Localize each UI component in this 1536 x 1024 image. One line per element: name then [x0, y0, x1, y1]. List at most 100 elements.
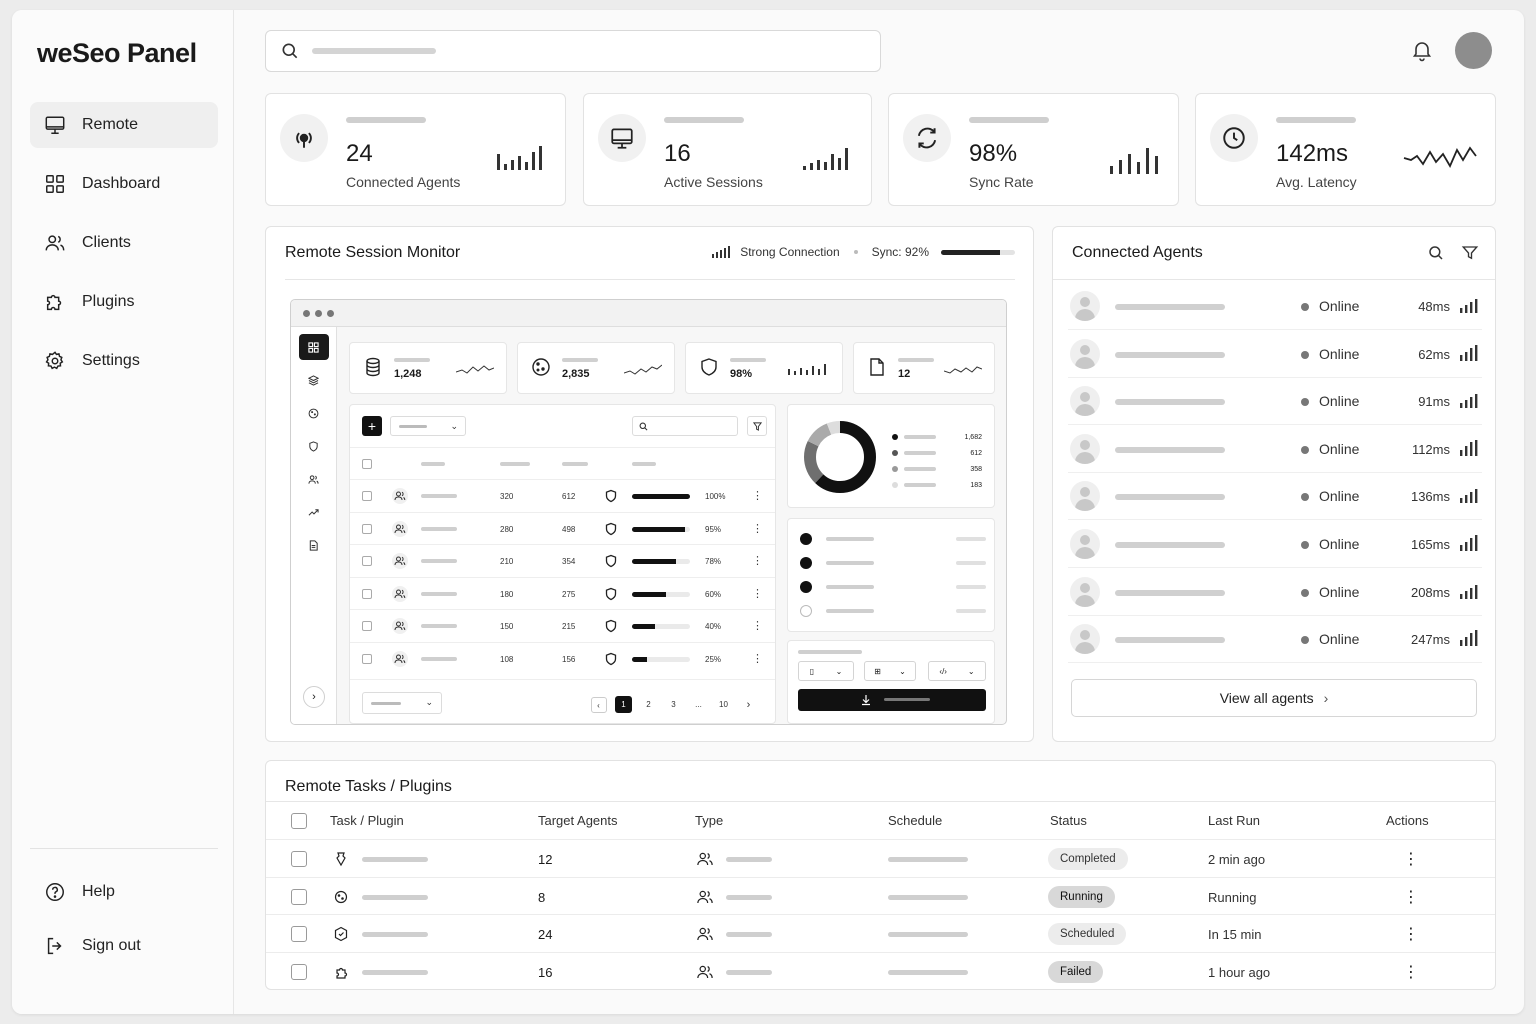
preview-nav-trend[interactable]	[299, 499, 329, 525]
preview-nav-shield[interactable]	[299, 433, 329, 459]
select-all-checkbox[interactable]	[362, 459, 372, 469]
users-icon	[308, 474, 319, 484]
more-options-icon[interactable]: ⋮	[752, 522, 763, 535]
page-link[interactable]: 10	[711, 700, 736, 709]
prev-page-button[interactable]: ‹	[586, 696, 611, 713]
export-table-select[interactable]: ⊞ ⌄	[864, 661, 916, 681]
more-options-icon[interactable]: ⋮	[752, 619, 763, 632]
row-checkbox[interactable]	[362, 588, 372, 599]
row-checkbox[interactable]	[362, 523, 372, 534]
sidebar-item-dashboard[interactable]: Dashboard	[30, 161, 218, 207]
search-input[interactable]	[265, 30, 881, 72]
preview-nav-cookie[interactable]	[299, 400, 329, 426]
column-header-schedule[interactable]: Schedule	[888, 813, 942, 828]
row-checkbox[interactable]	[362, 556, 372, 566]
row-checkbox[interactable]	[291, 964, 307, 981]
checklist-item[interactable]	[800, 533, 986, 545]
more-options-icon[interactable]: ⋮	[1403, 849, 1419, 869]
row-checkbox[interactable]	[362, 491, 372, 501]
column-header-last-run[interactable]: Last Run	[1208, 813, 1260, 828]
filter-button[interactable]	[747, 416, 767, 436]
checklist-item[interactable]	[800, 605, 986, 617]
row-checkbox[interactable]	[362, 621, 372, 631]
more-options-icon[interactable]: ⋮	[752, 554, 763, 567]
sidebar-item-remote[interactable]: Remote	[30, 102, 218, 148]
row-checkbox[interactable]	[291, 888, 307, 905]
more-options-icon[interactable]: ⋮	[752, 587, 763, 600]
expand-button[interactable]: ›	[303, 686, 325, 708]
export-code-select[interactable]: ‹/› ⌄	[928, 661, 986, 681]
connection-label: Strong Connection	[740, 245, 840, 259]
agent-row[interactable]: Online 208ms	[1068, 569, 1482, 616]
target-agents: 8	[538, 889, 546, 905]
row-checkbox[interactable]	[291, 926, 307, 943]
task-row[interactable]: 8 Running Running ⋮	[266, 876, 1495, 915]
legend-row: 612	[892, 445, 982, 461]
view-all-agents-button[interactable]: View all agents ›	[1071, 679, 1477, 717]
page-link[interactable]: 2	[636, 700, 661, 709]
preview-table-row[interactable]: 320 612 100% ⋮	[350, 479, 775, 511]
legend-placeholder	[904, 435, 936, 439]
chevron-right-icon: ›	[1323, 690, 1329, 706]
preview-table-row[interactable]: 108 156 25% ⋮	[350, 641, 775, 674]
agent-row[interactable]: Online 136ms	[1068, 473, 1482, 521]
preview-nav-dashboard[interactable]	[298, 334, 329, 360]
sidebar-item-clients[interactable]: Clients	[30, 220, 218, 266]
checklist-item[interactable]	[800, 557, 986, 569]
more-options-icon[interactable]: ⋮	[1403, 887, 1419, 907]
row-progress-fill	[632, 526, 686, 532]
broadcast-icon	[296, 132, 312, 148]
sidebar-item-sign-out[interactable]: Sign out	[30, 923, 218, 969]
agent-row[interactable]: Online 48ms	[1068, 283, 1482, 330]
agent-row[interactable]: Online 112ms	[1068, 426, 1482, 473]
task-row[interactable]: 24 Scheduled In 15 min ⋮	[266, 914, 1495, 952]
bell-icon[interactable]	[1410, 38, 1434, 62]
column-header-task[interactable]: Task / Plugin	[330, 813, 404, 828]
agent-row[interactable]: Online 247ms	[1068, 616, 1482, 664]
user-icon	[392, 585, 408, 602]
preview-nav-layers[interactable]	[299, 367, 329, 393]
page-link[interactable]: 3	[661, 700, 686, 709]
download-button[interactable]	[798, 689, 986, 711]
more-options-icon[interactable]: ⋮	[752, 489, 763, 502]
task-row[interactable]: 16 Failed 1 hour ago ⋮	[266, 952, 1495, 990]
column-header-target[interactable]: Target Agents	[538, 813, 618, 828]
preview-dropdown[interactable]: ⌄	[390, 416, 466, 436]
agent-status: Online	[1319, 536, 1360, 552]
export-file-select[interactable]: ▯ ⌄	[798, 661, 854, 681]
status-badge: Scheduled	[1048, 923, 1127, 946]
remote-tasks-panel: Remote Tasks / Plugins Task / Plugin Tar…	[265, 760, 1496, 990]
filter-icon[interactable]	[1461, 244, 1479, 262]
preview-table-row[interactable]: 280 498 95% ⋮	[350, 511, 775, 544]
page-link[interactable]: 1	[611, 696, 636, 713]
preview-table-row[interactable]: 150 215 40% ⋮	[350, 609, 775, 641]
row-checkbox[interactable]	[291, 851, 307, 867]
row-percent: 95%	[705, 524, 722, 534]
preview-search-input[interactable]	[632, 416, 738, 436]
sidebar-item-help[interactable]: Help	[30, 869, 218, 915]
avatar[interactable]	[1455, 32, 1492, 69]
page-size-select[interactable]: ⌄	[362, 692, 442, 714]
checklist-item[interactable]	[800, 581, 986, 593]
preview-nav-doc[interactable]	[299, 532, 329, 558]
preview-nav-users[interactable]	[299, 466, 329, 492]
column-header-status[interactable]: Status	[1050, 813, 1087, 828]
sidebar-item-settings[interactable]: Settings	[30, 338, 218, 384]
row-checkbox[interactable]	[362, 653, 372, 664]
task-row[interactable]: 12 Completed 2 min ago ⋮	[266, 839, 1495, 877]
more-options-icon[interactable]: ⋮	[752, 652, 763, 665]
select-all-checkbox[interactable]	[291, 813, 307, 829]
add-button[interactable]: +	[362, 416, 382, 436]
sidebar-item-plugins[interactable]: Plugins	[30, 279, 218, 325]
preview-table-row[interactable]: 180 275 60% ⋮	[350, 576, 775, 609]
preview-table-row[interactable]: 210 354 78% ⋮	[350, 544, 775, 576]
search-icon[interactable]	[1427, 244, 1445, 262]
next-page-button[interactable]: ›	[736, 699, 761, 711]
column-header-type[interactable]: Type	[695, 813, 723, 828]
agent-row[interactable]: Online 62ms	[1068, 331, 1482, 378]
more-options-icon[interactable]: ⋮	[1403, 924, 1419, 944]
more-options-icon[interactable]: ⋮	[1403, 962, 1419, 982]
agent-row[interactable]: Online 165ms	[1068, 521, 1482, 568]
agent-row[interactable]: Online 91ms	[1068, 378, 1482, 426]
remote-screen-preview[interactable]: › 1,248 2,835 98% 12 + ⌄ 320 612 100% ⋮ …	[290, 299, 1007, 725]
